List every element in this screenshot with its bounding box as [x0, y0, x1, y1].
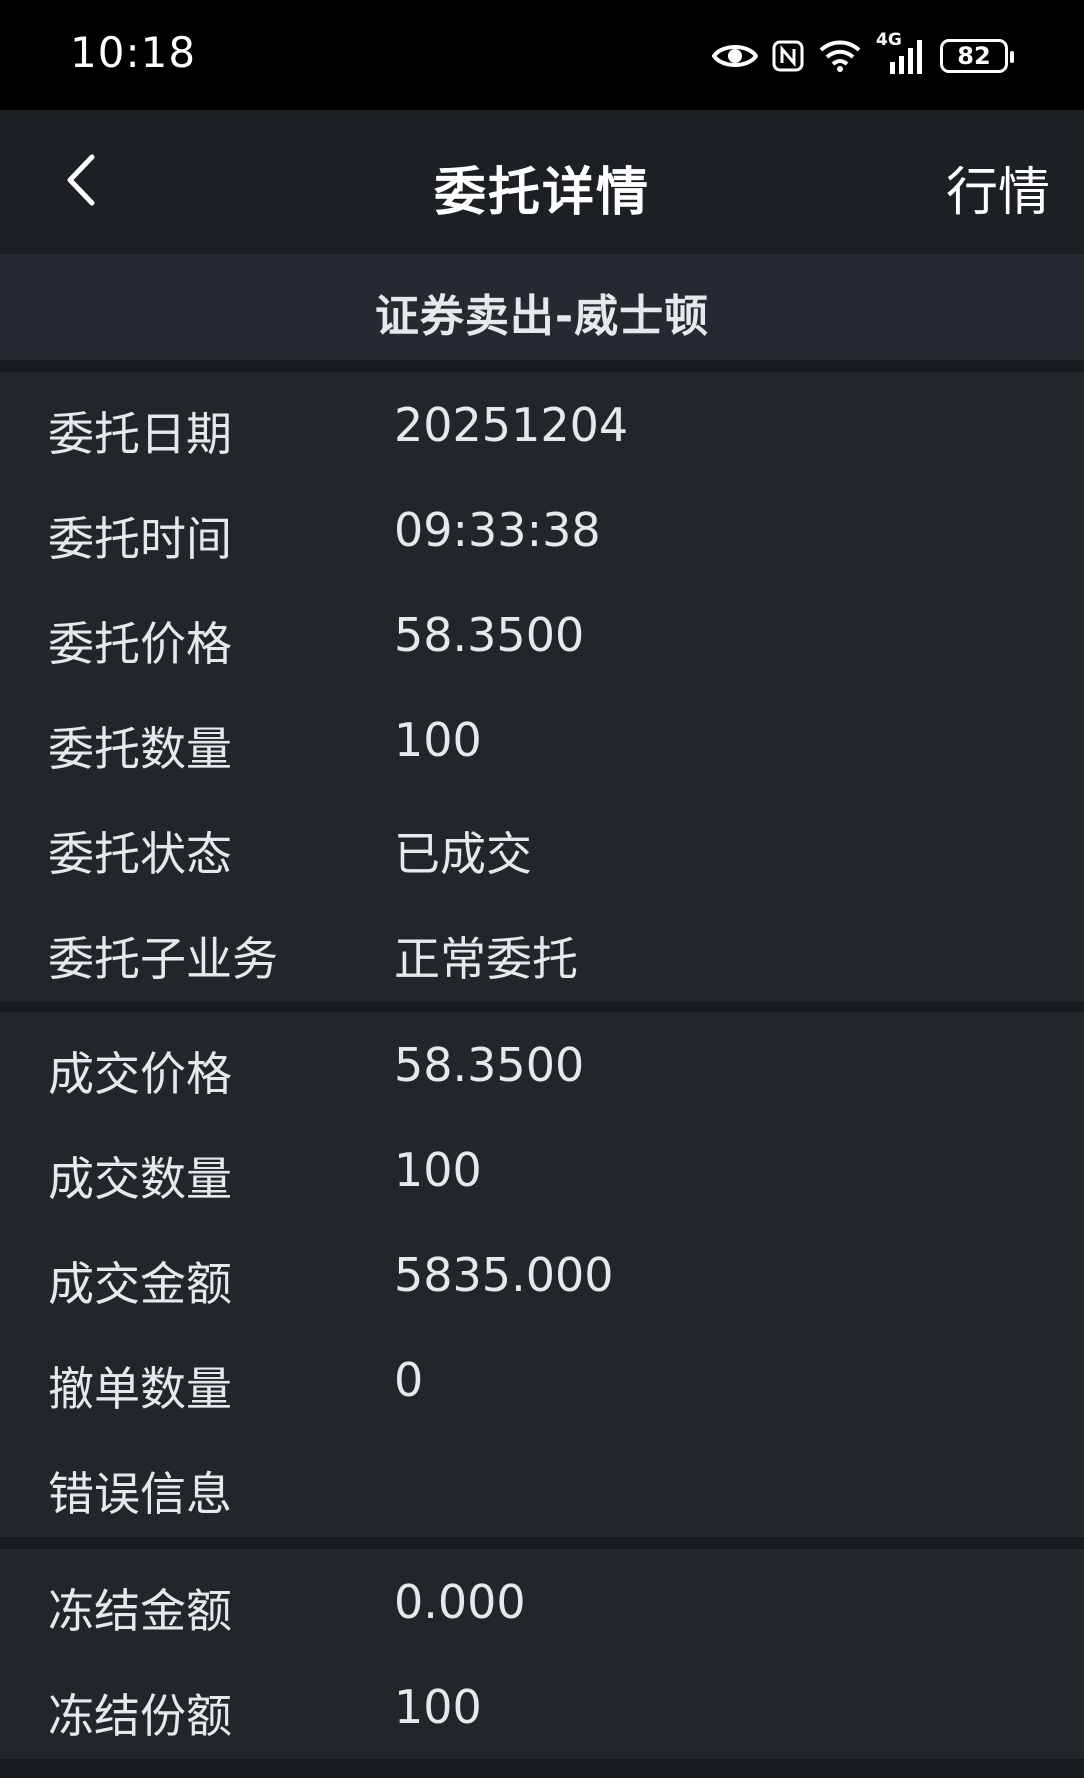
detail-value: 09:33:38 [394, 503, 601, 557]
order-type-header: 证券卖出-威士顿 [0, 254, 1084, 360]
detail-row-order-date: 委托日期 20251204 [0, 372, 1084, 477]
detail-row-order-status: 委托状态 已成交 [0, 792, 1084, 897]
detail-label: 成交金额 [48, 1257, 232, 1311]
detail-value: 100 [394, 713, 482, 767]
detail-label: 委托状态 [48, 827, 232, 881]
detail-row-trade-quantity: 成交数量 100 [0, 1117, 1084, 1222]
detail-label: 撤单数量 [48, 1362, 232, 1416]
detail-row-trade-amount: 成交金额 5835.000 [0, 1222, 1084, 1327]
status-icons: 4G 82 [712, 30, 1014, 82]
detail-value: 已成交 [394, 827, 532, 881]
detail-label: 委托日期 [48, 407, 232, 461]
detail-value: 100 [394, 1143, 482, 1197]
detail-label: 错误信息 [48, 1467, 232, 1521]
battery-level: 82 [957, 42, 991, 70]
detail-value: 20251204 [394, 398, 629, 452]
trade-info-section: 成交价格 58.3500 成交数量 100 成交金额 5835.000 撤单数量… [0, 1012, 1084, 1537]
detail-row-order-time: 委托时间 09:33:38 [0, 477, 1084, 582]
detail-row-trade-price: 成交价格 58.3500 [0, 1012, 1084, 1117]
status-bar: 10:18 4G 82 [0, 0, 1084, 110]
status-time: 10:18 [70, 28, 197, 77]
order-info-section: 委托日期 20251204 委托时间 09:33:38 委托价格 58.3500… [0, 372, 1084, 1002]
detail-row-order-price: 委托价格 58.3500 [0, 582, 1084, 687]
market-quote-button[interactable]: 行情 [946, 150, 1050, 225]
eye-icon [712, 41, 758, 71]
detail-row-error-message: 错误信息 [0, 1432, 1084, 1537]
detail-value: 5835.000 [394, 1248, 614, 1302]
detail-row-frozen-amount: 冻结金额 0.000 [0, 1549, 1084, 1654]
nav-bar: 委托详情 行情 [0, 110, 1084, 254]
detail-row-order-sub-business: 委托子业务 正常委托 [0, 897, 1084, 1002]
wifi-icon [818, 39, 862, 73]
detail-label: 成交价格 [48, 1047, 232, 1101]
detail-value: 58.3500 [394, 608, 585, 662]
detail-label: 冻结份额 [48, 1689, 232, 1743]
order-type-title: 证券卖出-威士顿 [374, 291, 710, 342]
detail-label: 委托子业务 [48, 932, 278, 986]
detail-row-cancel-quantity: 撤单数量 0 [0, 1327, 1084, 1432]
page-title: 委托详情 [433, 163, 650, 223]
battery-icon: 82 [940, 39, 1014, 73]
network-type: 4G [876, 30, 902, 50]
detail-label: 冻结金额 [48, 1584, 232, 1638]
detail-value: 0 [394, 1353, 424, 1407]
signal-icon: 4G [876, 30, 926, 76]
detail-value: 0.000 [394, 1575, 526, 1629]
detail-label: 委托时间 [48, 512, 232, 566]
detail-row-order-quantity: 委托数量 100 [0, 687, 1084, 792]
detail-value: 58.3500 [394, 1038, 585, 1092]
nfc-icon [772, 40, 804, 72]
detail-label: 委托数量 [48, 722, 232, 776]
detail-value: 正常委托 [394, 932, 578, 986]
detail-row-frozen-shares: 冻结份额 100 [0, 1654, 1084, 1759]
frozen-info-section: 冻结金额 0.000 冻结份额 100 [0, 1549, 1084, 1759]
detail-label: 成交数量 [48, 1152, 232, 1206]
detail-value: 100 [394, 1680, 482, 1734]
detail-label: 委托价格 [48, 617, 232, 671]
